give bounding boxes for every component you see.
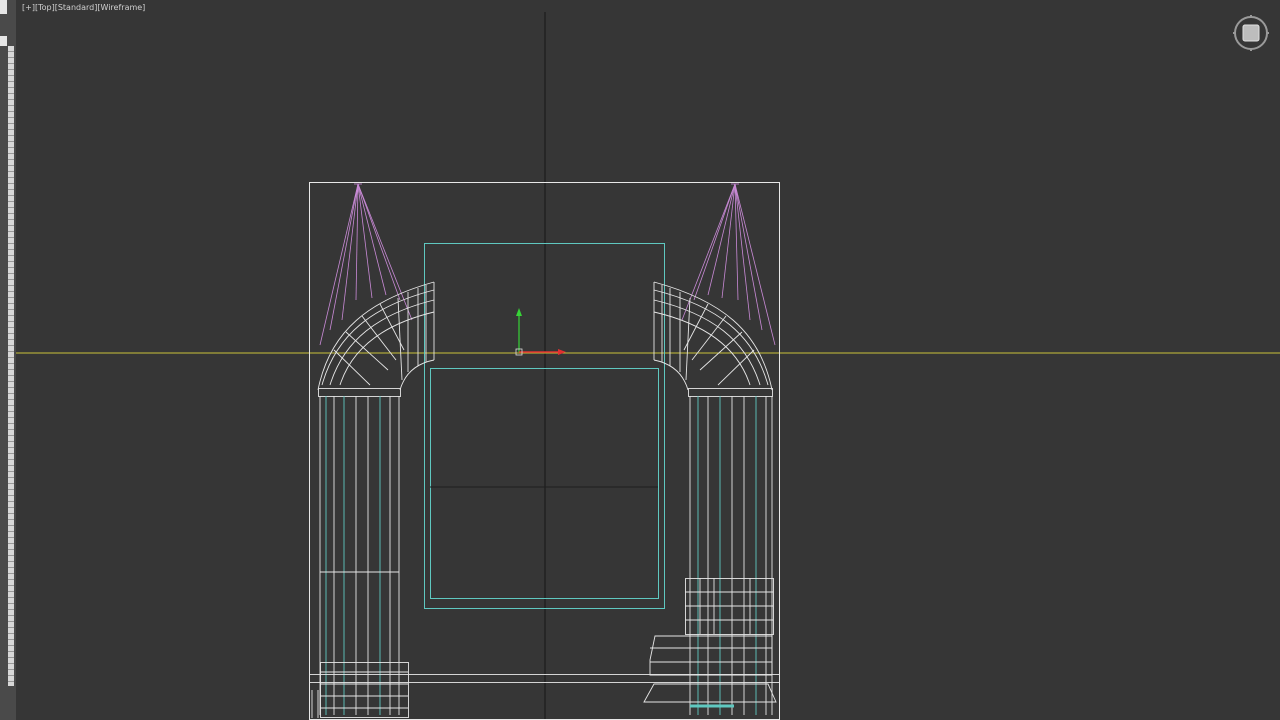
panel-tab[interactable] (0, 0, 7, 14)
panel-scrollbar[interactable] (8, 46, 14, 686)
command-panel-strip[interactable] (0, 0, 17, 720)
right-column-wireframe[interactable] (643, 281, 777, 715)
top-viewport[interactable]: [+][Top][Standard][Wireframe] (16, 0, 1280, 720)
scene-canvas[interactable] (16, 0, 1280, 720)
move-gizmo-icon[interactable] (515, 308, 566, 356)
right-spire-wireframe[interactable] (681, 183, 776, 346)
panel-tab[interactable] (0, 36, 7, 46)
left-column-wireframe[interactable] (317, 281, 435, 718)
viewcube-icon[interactable] (1232, 14, 1270, 52)
